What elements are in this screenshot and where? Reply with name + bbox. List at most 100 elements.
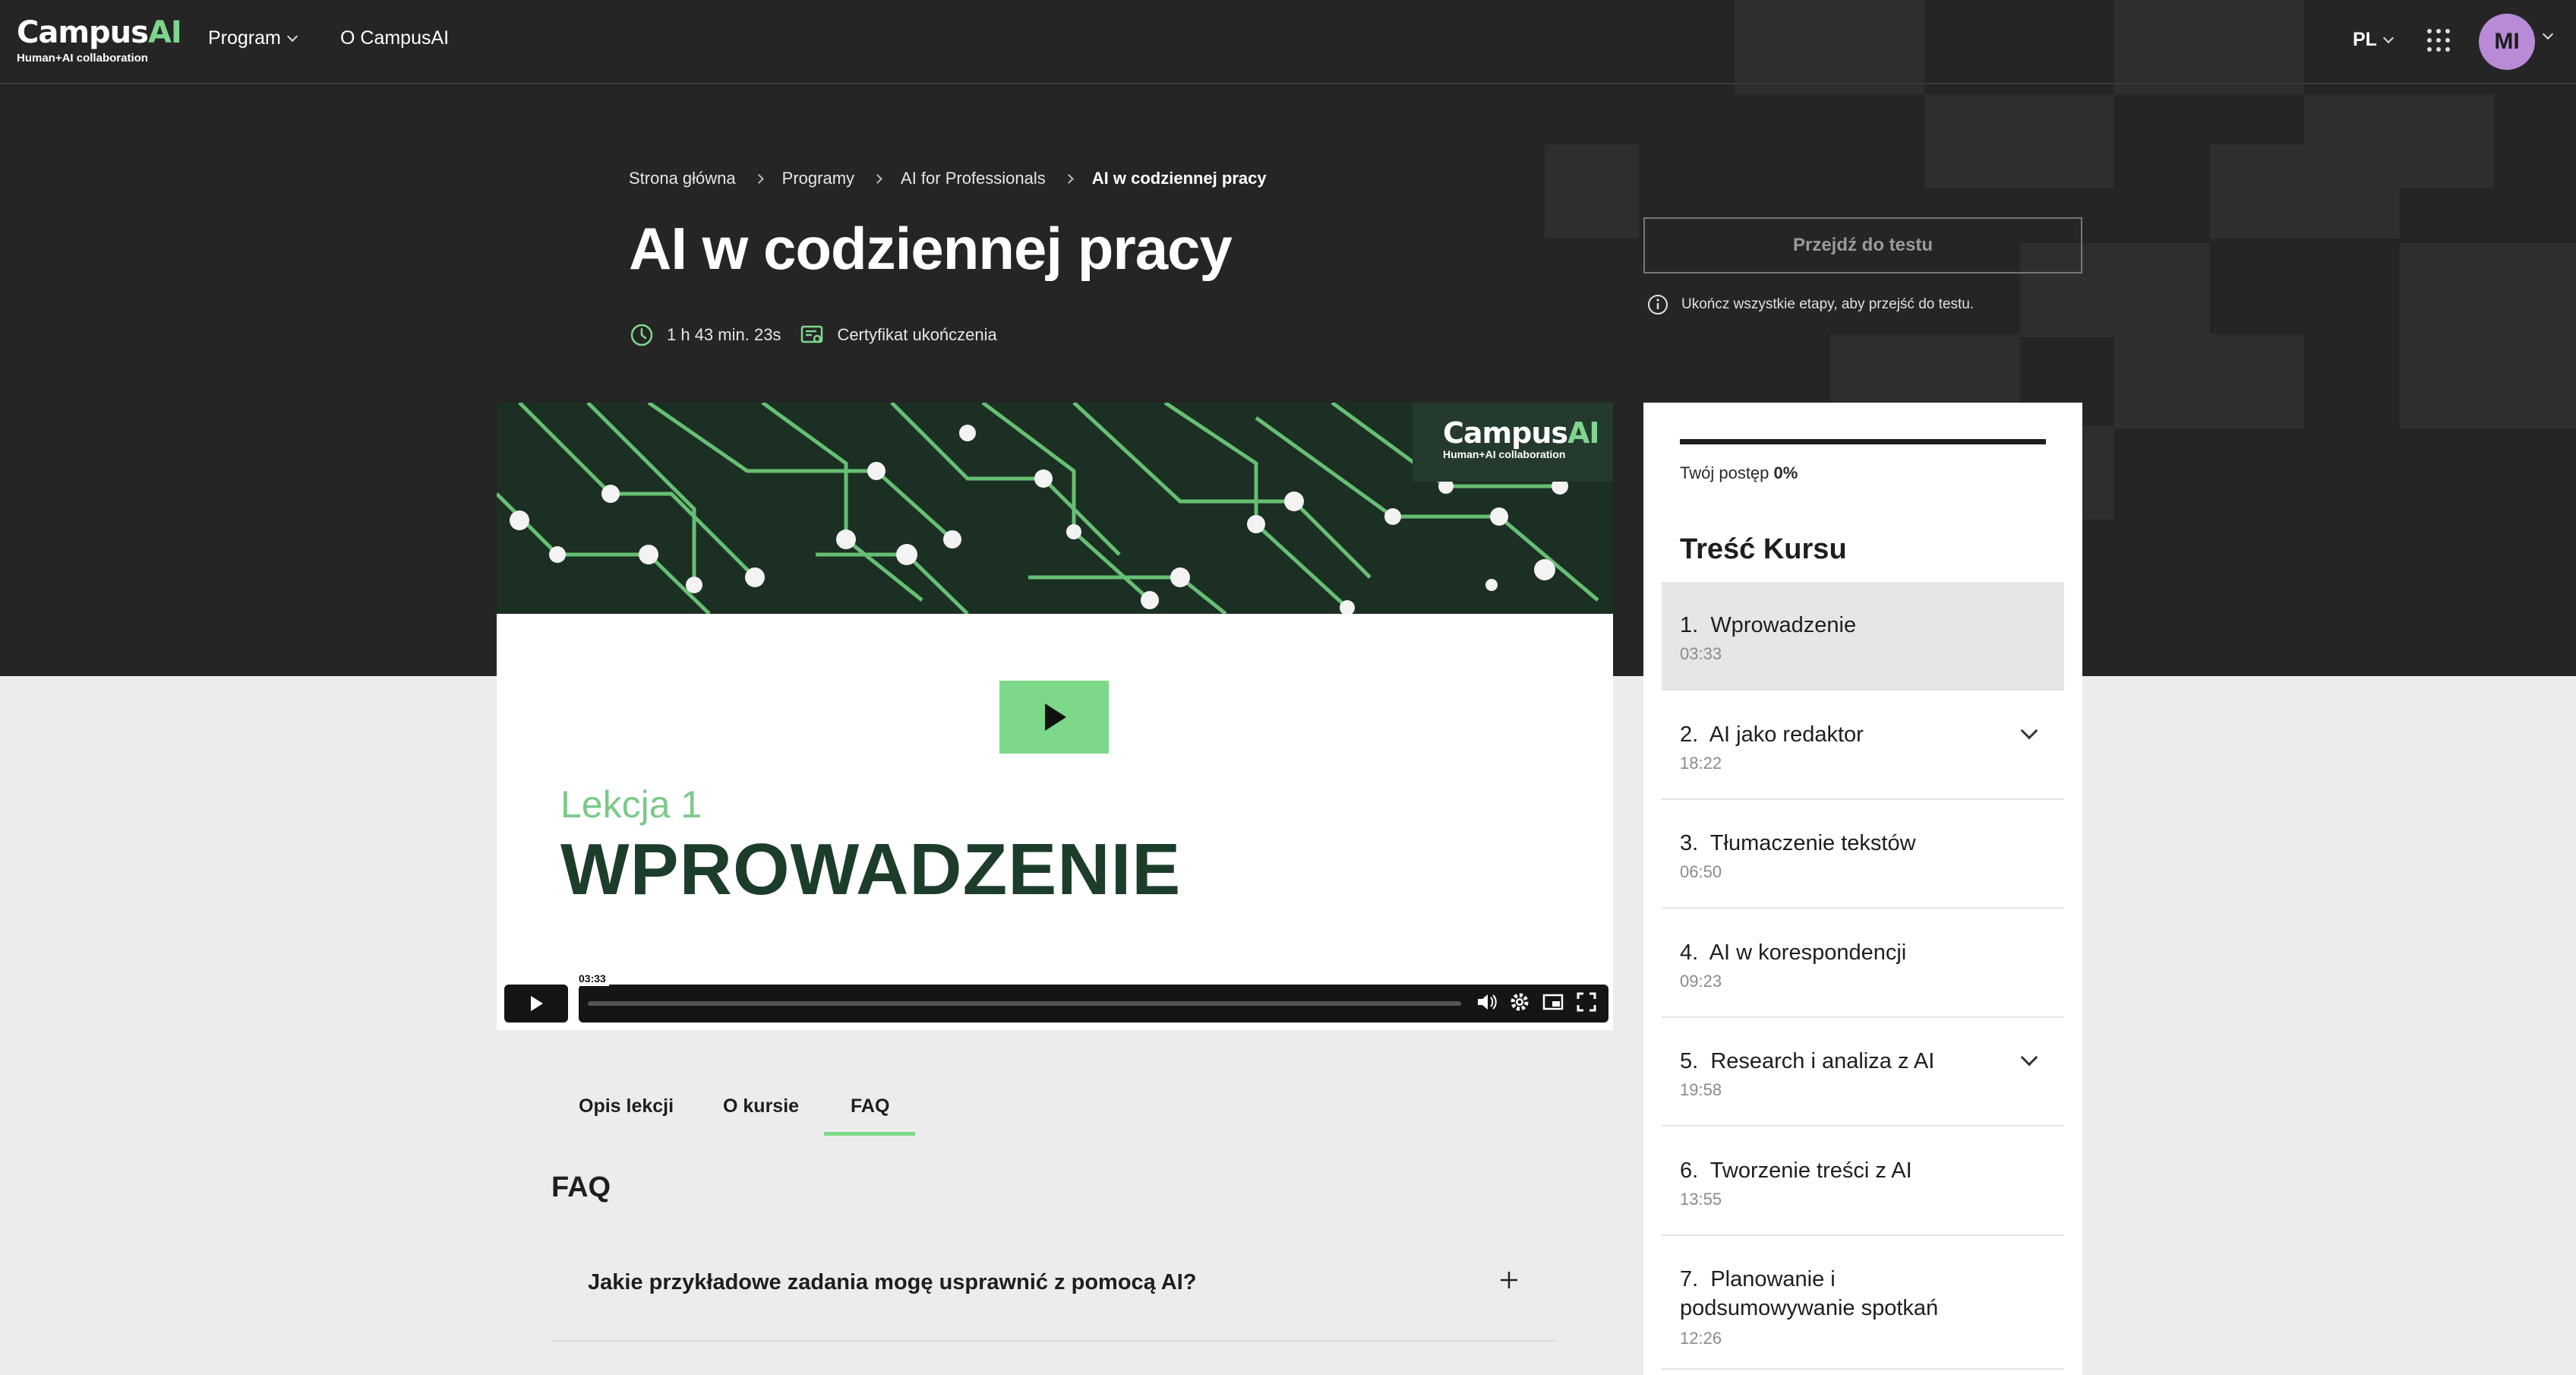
chevron-right-icon — [873, 173, 882, 184]
module-title: Tłumaczenie tekstów — [1709, 831, 1916, 855]
play-icon — [1045, 703, 1066, 731]
picture-in-picture-icon[interactable] — [1542, 991, 1564, 1013]
module-number: 3. — [1680, 831, 1699, 855]
go-to-test-button[interactable]: Przejdź do testu — [1643, 217, 2082, 273]
tab-about-course[interactable]: O kursie — [723, 1095, 799, 1117]
chevron-down-icon — [286, 30, 298, 42]
module-item[interactable]: 6. Tworzenie treści z AI 13:55 — [1662, 1127, 2064, 1236]
language-selector[interactable]: PL — [2353, 29, 2394, 51]
chevron-down-icon — [2382, 32, 2394, 43]
faq-item[interactable]: Jakie przykładowe zadania mogę usprawnić… — [551, 1246, 1557, 1342]
module-title: AI w korespondencji — [1709, 940, 1907, 965]
video-logo-accent: AI — [1567, 416, 1600, 450]
logo-tagline: Human+AI collaboration — [17, 52, 148, 65]
module-item[interactable]: 4. AI w korespondencji 09:23 — [1662, 909, 2064, 1018]
nav-about-label: O CampusAI — [340, 27, 450, 49]
certificate-icon — [801, 325, 823, 343]
decor-square — [2210, 144, 2400, 239]
module-duration: 13:55 — [1680, 1190, 1722, 1209]
logo-word-accent: AI — [147, 15, 182, 50]
video-logo-word: Campus — [1443, 416, 1568, 450]
module-title: Tworzenie treści z AI — [1709, 1158, 1912, 1183]
fullscreen-icon[interactable] — [1575, 991, 1598, 1013]
video-banner-image: CampusAI Human+AI collaboration — [497, 403, 1613, 614]
progress-value: 0% — [1773, 463, 1798, 482]
seek-bar[interactable] — [588, 1001, 1461, 1006]
module-duration: 18:22 — [1680, 754, 1722, 773]
test-info-text: Ukończ wszystkie etapy, aby przejść do t… — [1681, 296, 1975, 312]
module-item[interactable]: 3. Tłumaczenie tekstów 06:50 — [1662, 800, 2064, 909]
module-title: AI jako redaktor — [1709, 722, 1864, 747]
course-sidebar: Twój postęp 0% Treść Kursu 1. Wprowadzen… — [1643, 403, 2082, 1375]
breadcrumb-program[interactable]: AI for Professionals — [901, 169, 1046, 188]
module-item[interactable]: 2. AI jako redaktor 18:22 — [1662, 691, 2064, 800]
plus-icon[interactable] — [1498, 1269, 1520, 1291]
module-title: Research i analiza z AI — [1710, 1049, 1935, 1073]
volume-icon[interactable] — [1475, 991, 1498, 1013]
chevron-right-icon — [753, 173, 764, 184]
breadcrumb-home[interactable]: Strona główna — [629, 169, 736, 188]
module-number: 1. — [1680, 613, 1699, 637]
decor-square — [1924, 94, 2114, 188]
module-duration: 09:23 — [1680, 972, 1722, 991]
progress-bar — [1680, 439, 2046, 444]
module-item[interactable]: 7. Planowanie i podsumowywanie spotkań 1… — [1662, 1236, 2064, 1370]
module-number: 5. — [1680, 1049, 1699, 1073]
module-item[interactable]: 5. Research i analiza z AI 19:58 — [1662, 1018, 2064, 1127]
progress-label: Twój postęp — [1680, 463, 1769, 482]
logo-word: Campus — [17, 15, 149, 50]
nav-about-link[interactable]: O CampusAI — [340, 27, 449, 49]
certificate-label: Certyfikat ukończenia — [837, 325, 997, 344]
module-number: 4. — [1680, 940, 1699, 965]
module-duration: 06:50 — [1680, 862, 1722, 881]
faq-title: FAQ — [551, 1171, 611, 1203]
clock-icon — [630, 324, 653, 346]
page-title: AI w codziennej pracy — [629, 215, 1233, 282]
module-item[interactable]: 1. Wprowadzenie 03:33 — [1662, 582, 2064, 691]
chevron-down-icon[interactable] — [2020, 1048, 2038, 1067]
module-number: 7. — [1680, 1267, 1699, 1291]
module-title: Planowanie i podsumowywanie spotkań — [1680, 1267, 1939, 1320]
campusai-logo[interactable]: CampusAI Human+AI collaboration — [17, 15, 182, 65]
info-icon — [1648, 295, 1668, 315]
nav-program-label: Program — [208, 27, 281, 49]
course-content-title: Treść Kursu — [1680, 533, 1847, 565]
decor-square — [2400, 243, 2576, 337]
course-meta: 1 h 43 min. 23s Certyfikat ukończenia — [629, 322, 997, 348]
module-title: Wprowadzenie — [1710, 613, 1857, 637]
course-duration: 1 h 43 min. 23s — [667, 325, 781, 344]
breadcrumb-current: AI w codziennej pracy — [1091, 169, 1267, 188]
breadcrumb: Strona główna Programy AI for Profession… — [629, 169, 1267, 188]
nav-program-dropdown[interactable]: Program — [208, 27, 298, 49]
tab-lesson-description[interactable]: Opis lekcji — [579, 1095, 674, 1117]
module-duration: 12:26 — [1680, 1329, 1722, 1348]
playback-time-tooltip: 03:33 — [576, 971, 609, 986]
decor-square — [1545, 144, 1639, 239]
chevron-down-icon[interactable] — [2020, 722, 2038, 740]
tab-faq[interactable]: FAQ — [851, 1095, 889, 1117]
apps-grid-icon[interactable] — [2427, 29, 2450, 52]
settings-gear-icon[interactable] — [1508, 991, 1531, 1013]
decor-square — [2400, 334, 2576, 428]
user-avatar[interactable]: MI — [2479, 14, 2535, 70]
language-label: PL — [2353, 29, 2377, 50]
module-duration: 03:33 — [1680, 644, 1722, 663]
test-info-note: Ukończ wszystkie etapy, aby przejść do t… — [1646, 293, 1974, 316]
breadcrumb-programs[interactable]: Programy — [782, 169, 854, 188]
video-player[interactable]: CampusAI Human+AI collaboration Lekcja 1… — [497, 403, 1613, 1030]
big-play-button[interactable] — [999, 681, 1109, 754]
top-navigation-bar: CampusAI Human+AI collaboration Program … — [0, 0, 2576, 84]
video-logo: CampusAI Human+AI collaboration — [1413, 403, 1613, 482]
chevron-down-icon[interactable] — [2542, 28, 2554, 40]
module-number: 6. — [1680, 1158, 1699, 1183]
faq-question: Jakie przykładowe zadania mogę usprawnić… — [588, 1270, 1197, 1294]
chevron-right-icon — [1063, 173, 1074, 184]
player-play-button[interactable] — [504, 985, 568, 1023]
lesson-label: Lekcja 1 — [560, 783, 702, 826]
active-tab-indicator — [824, 1132, 915, 1136]
play-icon — [531, 996, 543, 1011]
progress-text: Twój postęp 0% — [1680, 463, 1798, 483]
player-control-bar — [579, 985, 1608, 1023]
lesson-title: WPROWADZENIE — [560, 829, 1182, 910]
module-number: 2. — [1680, 722, 1699, 747]
